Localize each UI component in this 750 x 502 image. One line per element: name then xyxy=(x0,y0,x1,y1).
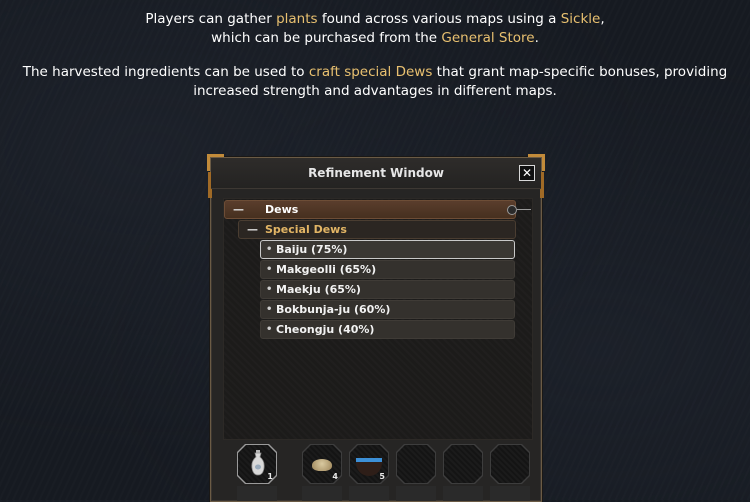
intro-text: found across various maps using a xyxy=(317,11,561,27)
intro-text: . xyxy=(534,30,539,46)
slot-lower-frame xyxy=(302,486,342,501)
recipe-item[interactable]: • Bokbunja-ju (60%) xyxy=(260,300,515,319)
item-quantity: 4 xyxy=(332,472,338,481)
bullet-icon: • xyxy=(266,304,273,315)
slot-lower-frame xyxy=(237,486,277,501)
collapse-icon[interactable]: — xyxy=(233,201,244,218)
slot-background xyxy=(491,445,529,483)
recipe-tree: — Dews — Special Dews • Baiju (75%) • Ma… xyxy=(223,198,533,440)
intro-text: increased strength and advantages in dif… xyxy=(193,83,557,99)
tree-subcategory-special-dews[interactable]: — Special Dews xyxy=(238,220,516,239)
ingredient-slot[interactable]: 4 xyxy=(302,444,342,484)
bullet-icon: • xyxy=(266,284,273,295)
slot-background xyxy=(444,445,482,483)
ingredient-slot[interactable] xyxy=(490,444,530,484)
intro-text: that grant map-specific bonuses, providi… xyxy=(432,64,728,80)
result-slot[interactable]: 1 xyxy=(237,444,277,484)
item-quantity: 5 xyxy=(379,472,385,481)
intro-paragraph-crafting: The harvested ingredients can be used to… xyxy=(0,63,750,101)
slot-background xyxy=(397,445,435,483)
slot-background: 4 xyxy=(303,445,341,483)
recipe-item[interactable]: • Makgeolli (65%) xyxy=(260,260,515,279)
intro-text: Players can gather xyxy=(145,11,277,27)
slot-background: 1 xyxy=(238,445,276,483)
slot-lower-frame xyxy=(443,486,483,501)
scroll-handle-line xyxy=(517,209,531,210)
intro-text: The harvested ingredients can be used to xyxy=(22,64,309,80)
intro-text: , xyxy=(600,11,605,27)
bullet-icon: • xyxy=(266,264,273,275)
bullet-icon: • xyxy=(266,244,273,255)
recipe-item[interactable]: • Cheongju (40%) xyxy=(260,320,515,339)
category-label: Dews xyxy=(265,203,299,216)
window-titlebar[interactable]: Refinement Window ✕ xyxy=(211,158,541,189)
recipe-item-label: Maekju (65%) xyxy=(276,283,361,296)
highlight-plants: plants xyxy=(276,11,318,27)
ingredient-slot[interactable] xyxy=(396,444,436,484)
recipe-item[interactable]: • Baiju (75%) xyxy=(260,240,515,259)
slot-lower-frame xyxy=(396,486,436,501)
refinement-window: Refinement Window ✕ — Dews — Special Dew… xyxy=(207,154,545,502)
collapse-icon[interactable]: — xyxy=(247,221,258,238)
intro-text: which can be purchased from the xyxy=(211,30,442,46)
item-quantity: 1 xyxy=(267,472,273,481)
recipe-item-label: Baiju (75%) xyxy=(276,243,348,256)
vase-icon xyxy=(251,450,265,476)
slot-background: 5 xyxy=(350,445,388,483)
recipe-item-label: Bokbunja-ju (60%) xyxy=(276,303,391,316)
slot-lower-frame xyxy=(490,486,530,501)
ingredient-slot[interactable] xyxy=(443,444,483,484)
intro-paragraph-gathering: Players can gather plants found across v… xyxy=(0,10,750,48)
recipe-item-label: Makgeolli (65%) xyxy=(276,263,377,276)
grain-pile-icon xyxy=(312,459,332,471)
highlight-general-store: General Store xyxy=(441,30,535,46)
close-button[interactable]: ✕ xyxy=(519,165,535,181)
recipe-item-label: Cheongju (40%) xyxy=(276,323,375,336)
highlight-craft-dews: craft special Dews xyxy=(308,64,433,80)
scroll-handle-icon[interactable] xyxy=(507,205,517,215)
water-bowl-icon xyxy=(356,458,382,476)
bullet-icon: • xyxy=(266,324,273,335)
highlight-sickle: Sickle xyxy=(560,11,601,27)
tree-category-dews[interactable]: — Dews xyxy=(224,200,531,219)
window-title: Refinement Window xyxy=(308,166,444,180)
ingredient-slot[interactable]: 5 xyxy=(349,444,389,484)
ingredient-slots: 1 4 5 xyxy=(233,438,533,501)
subcategory-label: Special Dews xyxy=(265,223,347,236)
recipe-item[interactable]: • Maekju (65%) xyxy=(260,280,515,299)
slot-lower-frame xyxy=(349,486,389,501)
